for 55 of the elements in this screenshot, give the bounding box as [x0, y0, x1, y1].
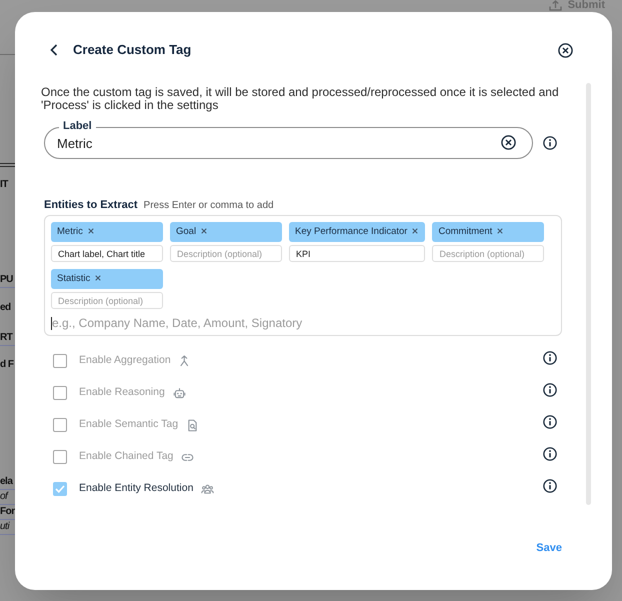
upload-icon — [548, 0, 562, 11]
back-icon[interactable] — [50, 44, 58, 56]
description-field[interactable]: KPI — [289, 245, 426, 262]
document-search-icon — [186, 418, 200, 432]
hint-text: Press Enter or comma to add — [144, 199, 274, 212]
description-field[interactable]: Description (optional) — [432, 245, 544, 262]
background-text: ed — [0, 301, 11, 315]
background-text: PU — [0, 273, 13, 287]
checkbox[interactable] — [53, 418, 67, 432]
option-label: Enable Aggregation — [79, 353, 171, 368]
dialog-title: Create Custom Tag — [73, 41, 192, 59]
background-text: For — [0, 505, 15, 519]
entity-tag[interactable]: Metric — [51, 222, 163, 242]
info-icon[interactable] — [543, 136, 557, 150]
info-icon[interactable] — [543, 479, 557, 493]
remove-icon[interactable] — [95, 274, 102, 280]
info-icon[interactable] — [543, 383, 557, 397]
check-icon — [55, 485, 65, 493]
scrollbar-thumb[interactable] — [586, 83, 591, 505]
text-cursor — [51, 316, 52, 330]
info-icon[interactable] — [543, 447, 557, 461]
info-icon[interactable] — [543, 351, 557, 365]
checkbox[interactable] — [53, 482, 67, 496]
entity-input[interactable]: e.g., Company Name, Date, Amount, Signatory — [52, 314, 555, 332]
option-label: Enable Entity Resolution — [79, 481, 194, 496]
option-label: Enable Chained Tag — [79, 449, 174, 464]
remove-icon[interactable] — [497, 228, 504, 234]
description-text: Once the custom tag is saved, it will be stored and processed/reprocessed once it is selected and 'Process' is clicked in the settings — [41, 86, 560, 112]
background-text: IT — [0, 178, 8, 192]
option-label: Enable Semantic Tag — [79, 417, 178, 432]
checkbox[interactable] — [53, 450, 67, 464]
checkbox[interactable] — [53, 354, 67, 368]
background-text: RT — [0, 331, 12, 345]
close-icon[interactable] — [558, 42, 573, 58]
entity-tag[interactable]: Goal — [170, 222, 282, 242]
description-field[interactable]: Chart label, Chart title — [51, 245, 163, 262]
checkbox[interactable] — [53, 386, 67, 400]
robot-icon — [172, 386, 186, 400]
info-icon[interactable] — [543, 415, 557, 429]
background-text: ela — [0, 475, 12, 489]
description-field[interactable]: Description (optional) — [170, 245, 282, 262]
remove-icon[interactable] — [201, 228, 208, 234]
entity-tag[interactable]: Commitment — [432, 222, 544, 242]
remove-icon[interactable] — [88, 228, 94, 234]
entity-tag[interactable]: Key Performance Indicator — [289, 222, 426, 242]
people-icon — [201, 482, 214, 496]
section-title: Entities to Extract — [44, 199, 138, 212]
remove-icon[interactable] — [412, 228, 418, 234]
background-text: uti — [0, 520, 10, 534]
entity-tag[interactable]: Statistic — [51, 269, 163, 289]
background-text: d F — [0, 358, 14, 372]
description-field[interactable]: Description (optional) — [51, 292, 163, 309]
background-text: of — [0, 490, 8, 504]
option-label: Enable Reasoning — [79, 385, 165, 400]
clear-icon[interactable] — [501, 135, 516, 150]
